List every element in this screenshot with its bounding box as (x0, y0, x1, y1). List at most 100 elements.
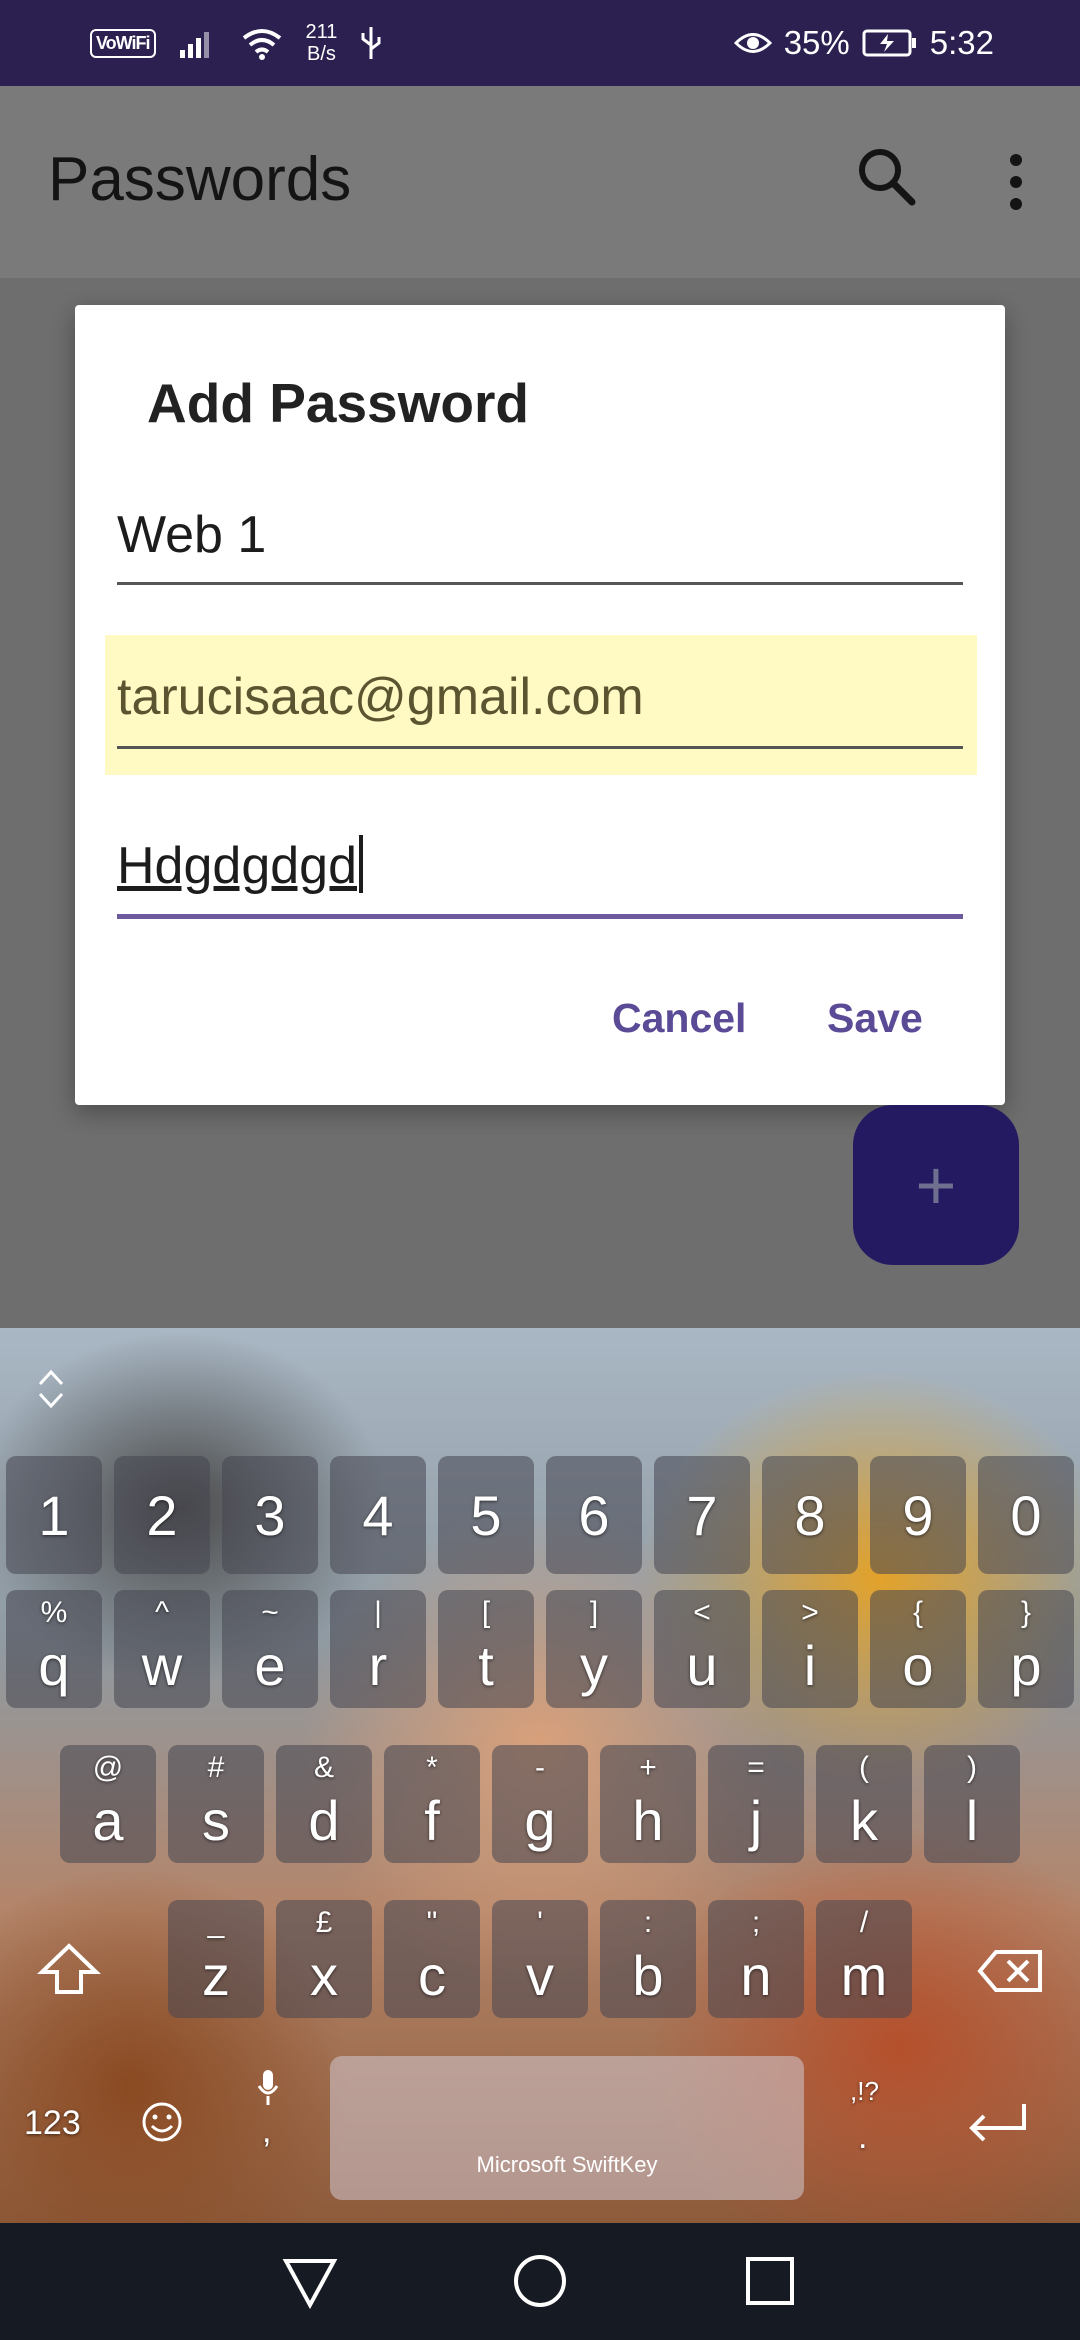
key-4[interactable]: 4 (330, 1456, 426, 1574)
key-label: t (478, 1634, 494, 1697)
spacebar[interactable]: Microsoft SwiftKey (330, 2056, 804, 2200)
cancel-button[interactable]: Cancel (612, 995, 746, 1042)
key-secondary-label: { (912, 1596, 924, 1629)
period-key[interactable]: . (858, 2118, 867, 2157)
home-icon[interactable] (510, 2251, 570, 2311)
password-field[interactable]: Hdgdgdgd (117, 835, 963, 919)
enter-icon[interactable] (964, 2098, 1034, 2148)
letter-row-3: _ z £ x " c ' v: b; n / m (0, 1900, 1080, 2020)
key-secondary-label: : (643, 1906, 653, 1939)
key-w[interactable]: ^ w (114, 1590, 210, 1708)
key-1[interactable]: 1 (6, 1456, 102, 1574)
key-n[interactable]: ; n (708, 1900, 804, 2018)
key-s[interactable]: # s (168, 1745, 264, 1863)
key-y[interactable]: ] y (546, 1590, 642, 1708)
key-label: 3 (254, 1484, 286, 1547)
key-l[interactable]: ) l (924, 1745, 1020, 1863)
navigation-bar (0, 2223, 1080, 2340)
key-x[interactable]: £ x (276, 1900, 372, 2018)
key-h[interactable]: + h (600, 1745, 696, 1863)
key-secondary-label: @ (92, 1751, 124, 1784)
key-e[interactable]: ~ e (222, 1590, 318, 1708)
back-icon[interactable] (280, 2251, 340, 2311)
key-9[interactable]: 9 (870, 1456, 966, 1574)
status-bar-right: 35% 5:32 (733, 18, 994, 68)
key-label: a (92, 1789, 124, 1852)
dialog-title: Add Password (147, 372, 530, 434)
key-z[interactable]: _ z (168, 1900, 264, 2018)
key-c[interactable]: " c (384, 1900, 480, 2018)
key-label: 5 (470, 1484, 502, 1547)
key-secondary-label: + (639, 1751, 657, 1784)
keyboard-resize-icon[interactable] (34, 1366, 68, 1412)
key-label: g (524, 1789, 556, 1852)
email-field[interactable]: tarucisaac@gmail.com (117, 667, 963, 749)
key-r[interactable]: | r (330, 1590, 426, 1708)
key-p[interactable]: } p (978, 1590, 1074, 1708)
backspace-icon[interactable] (976, 1946, 1046, 1996)
key-secondary-label: ~ (261, 1596, 279, 1629)
key-secondary-label: } (1020, 1596, 1032, 1629)
key-a[interactable]: @ a (60, 1745, 156, 1863)
keyboard: 1234567890 % q ^ w ~ e | r[t] y < u > i{o} p @ a # s & d * f… (0, 1328, 1080, 2223)
key-8[interactable]: 8 (762, 1456, 858, 1574)
shift-icon[interactable] (36, 1940, 102, 1998)
key-label: 2 (146, 1484, 178, 1547)
password-field-underline (117, 914, 963, 919)
key-7[interactable]: 7 (654, 1456, 750, 1574)
key-secondary-label: ) (967, 1751, 977, 1784)
key-0[interactable]: 0 (978, 1456, 1074, 1574)
key-q[interactable]: % q (6, 1590, 102, 1708)
key-label: i (803, 1634, 817, 1697)
key-5[interactable]: 5 (438, 1456, 534, 1574)
key-secondary-label: " (426, 1906, 438, 1939)
key-secondary-label: ^ (154, 1596, 170, 1629)
eye-comfort-icon (733, 33, 772, 53)
battery-charging-icon (862, 29, 916, 57)
microphone-icon[interactable] (256, 2068, 280, 2108)
wifi-icon (242, 29, 281, 60)
key-g[interactable]: -g (492, 1745, 588, 1863)
key-b[interactable]: :b (600, 1900, 696, 2018)
key-label: k (850, 1789, 878, 1852)
key-label: e (254, 1634, 286, 1697)
name-field-value: Web 1 (117, 506, 267, 564)
email-field-underline (117, 746, 963, 749)
search-icon[interactable] (852, 142, 922, 212)
key-o[interactable]: {o (870, 1590, 966, 1708)
key-secondary-label: ' (537, 1906, 543, 1939)
comma-key[interactable]: , (262, 2112, 271, 2151)
key-label: l (965, 1789, 979, 1852)
numbers-key[interactable]: 123 (24, 2104, 81, 2143)
net-speed-value: 211 (305, 21, 338, 43)
key-t[interactable]: [t (438, 1590, 534, 1708)
key-label: j (749, 1789, 763, 1852)
name-field[interactable]: Web 1 (117, 505, 963, 585)
more-options-icon[interactable] (996, 150, 1036, 214)
key-3[interactable]: 3 (222, 1456, 318, 1574)
status-bar-left: VoWiFi 211 B/s (90, 18, 383, 68)
key-secondary-label: & (313, 1751, 334, 1784)
emoji-icon[interactable] (140, 2100, 184, 2144)
key-2[interactable]: 2 (114, 1456, 210, 1574)
net-speed-unit: B/s (306, 43, 336, 65)
key-u[interactable]: < u (654, 1590, 750, 1708)
recents-icon[interactable] (740, 2251, 800, 2311)
key-v[interactable]: ' v (492, 1900, 588, 2018)
key-f[interactable]: * f (384, 1745, 480, 1863)
key-secondary-label: £ (315, 1906, 333, 1939)
add-password-dialog: Add Password Web 1 tarucisaac@gmail.com … (75, 305, 1005, 1105)
key-i[interactable]: > i (762, 1590, 858, 1708)
key-label: w (141, 1634, 183, 1697)
key-k[interactable]: (k (816, 1745, 912, 1863)
key-secondary-label: * (426, 1751, 438, 1784)
key-m[interactable]: / m (816, 1900, 912, 2018)
key-secondary-label: [ (481, 1596, 491, 1629)
key-d[interactable]: & d (276, 1745, 372, 1863)
key-j[interactable]: = j (708, 1745, 804, 1863)
save-button[interactable]: Save (827, 995, 923, 1042)
add-password-fab[interactable]: + (853, 1105, 1019, 1265)
key-secondary-label: ( (859, 1751, 869, 1784)
key-6[interactable]: 6 (546, 1456, 642, 1574)
clock: 5:32 (929, 24, 994, 61)
